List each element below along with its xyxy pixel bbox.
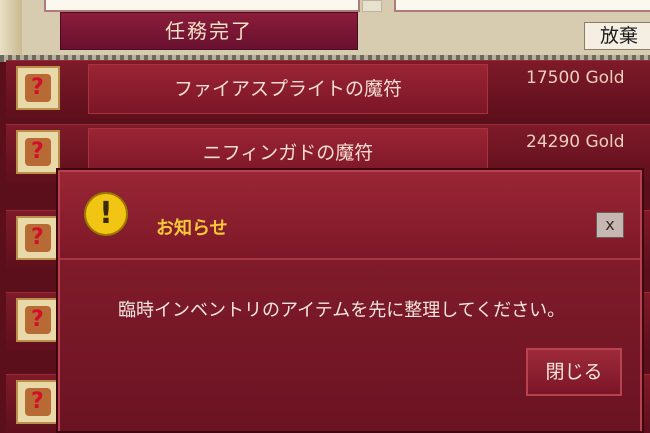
list-item[interactable]: ? ファイアスプライトの魔符 17500 Gold — [6, 60, 650, 119]
quest-panel: 任務完了 放棄 — [0, 0, 650, 58]
scroll-icon: ? — [16, 216, 60, 260]
item-price: 17500 Gold — [526, 68, 625, 88]
quest-abandon-button[interactable]: 放棄 — [584, 22, 650, 50]
dialog-title: お知らせ — [156, 218, 228, 239]
scroll-icon: ? — [16, 130, 60, 174]
alert-icon: ! — [84, 192, 128, 236]
dialog-message: 臨時インベントリのアイテムを先に整理してください。 — [118, 300, 566, 321]
scroll-icon: ? — [16, 66, 60, 110]
quest-reward-box — [394, 0, 650, 12]
item-name: ファイアスプライトの魔符 — [88, 64, 488, 114]
scroll-decoration — [0, 0, 22, 58]
quest-scrollbar[interactable] — [362, 0, 382, 12]
close-button[interactable]: 閉じる — [526, 348, 622, 396]
close-icon[interactable]: x — [596, 212, 624, 238]
quest-complete-button[interactable]: 任務完了 — [60, 12, 358, 50]
scroll-icon: ? — [16, 380, 60, 424]
scroll-icon: ? — [16, 298, 60, 342]
notice-dialog: ! お知らせ x 臨時インベントリのアイテムを先に整理してください。 閉じる — [58, 170, 642, 431]
quest-text-box — [44, 0, 360, 12]
dialog-header: ! お知らせ x — [60, 172, 640, 260]
item-price: 24290 Gold — [526, 132, 625, 152]
